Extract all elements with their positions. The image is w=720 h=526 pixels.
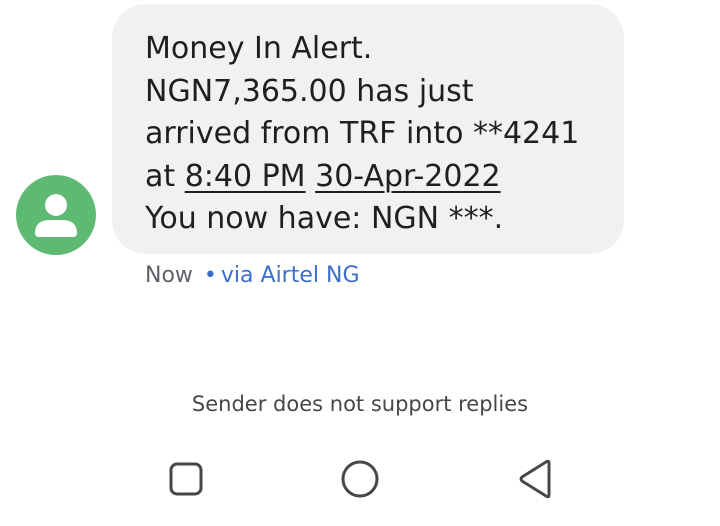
back-button[interactable] [505, 450, 565, 510]
contact-avatar[interactable] [16, 175, 96, 255]
date-link[interactable]: 30-Apr-2022 [315, 159, 501, 194]
message-line: Money In Alert. [145, 31, 373, 66]
message-meta: Now • via Airtel NG [145, 262, 360, 290]
message-text-separator [306, 159, 316, 194]
system-navigation-bar [0, 450, 720, 510]
recents-square-icon [169, 462, 203, 496]
home-button[interactable] [330, 450, 390, 510]
time-link[interactable]: 8:40 PM [185, 159, 306, 194]
recents-button[interactable] [156, 450, 216, 510]
message-text-prefix: at [145, 158, 185, 194]
message-timestamp: Now [145, 263, 193, 288]
message-bubble[interactable]: Money In Alert. NGN7,365.00 has just arr… [112, 4, 624, 254]
via-carrier-label: via Airtel NG [220, 263, 360, 288]
meta-separator: • [203, 263, 217, 288]
message-line: arrived from TRF into **4241 [145, 116, 580, 151]
home-circle-icon [341, 460, 379, 498]
back-triangle-icon [519, 459, 551, 499]
message-line: NGN7,365.00 has just [145, 73, 474, 109]
person-icon [35, 194, 77, 237]
message-line: at 8:40 PM 30-Apr-2022 [145, 156, 604, 199]
no-reply-notice: Sender does not support replies [191, 392, 529, 416]
message-line: You now have: NGN ***. [145, 201, 504, 236]
